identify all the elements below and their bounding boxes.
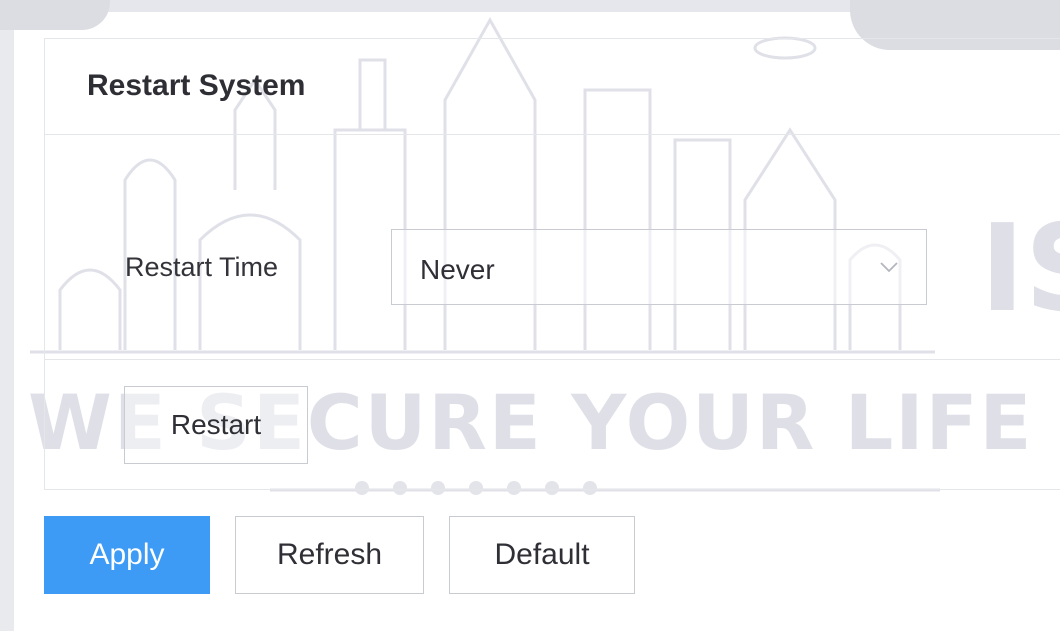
restart-time-select[interactable]: Never xyxy=(391,229,927,305)
default-button[interactable]: Default xyxy=(449,516,635,594)
chevron-down-icon xyxy=(880,262,898,273)
page-title: Restart System xyxy=(87,69,306,102)
divider xyxy=(45,359,1060,360)
restart-time-value: Never xyxy=(420,254,495,285)
decorative-shape xyxy=(0,0,110,30)
restart-system-panel: Restart System Restart Time Never Restar… xyxy=(44,38,1060,490)
panel-header: Restart System xyxy=(45,39,1060,135)
left-frame-edge xyxy=(0,0,14,631)
restart-button[interactable]: Restart xyxy=(124,386,308,464)
restart-time-label: Restart Time xyxy=(125,252,279,282)
restart-system-page: WE SECURE YOUR LIFE IS Restart System Re… xyxy=(0,0,1060,631)
refresh-button[interactable]: Refresh xyxy=(235,516,424,594)
apply-button[interactable]: Apply xyxy=(44,516,210,594)
